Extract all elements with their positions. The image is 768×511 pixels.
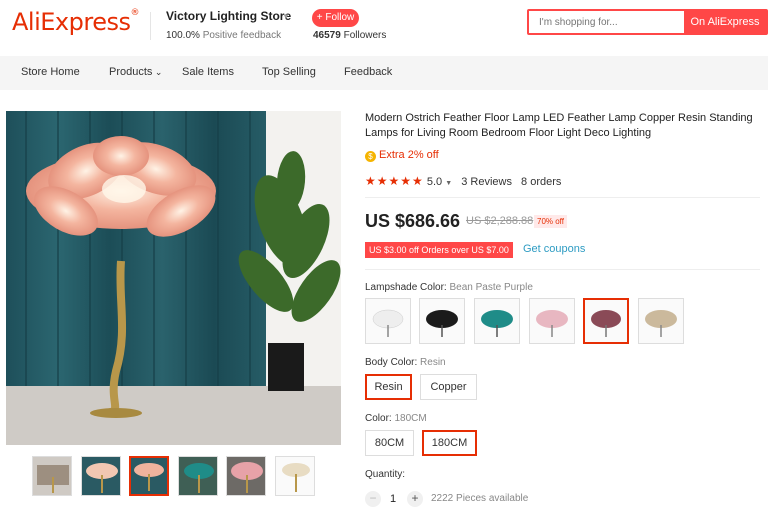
body-label-text: Body Color: (365, 357, 418, 368)
thumbnail-5[interactable] (226, 456, 266, 496)
header-divider (150, 12, 151, 40)
size-label-text: Color: (365, 413, 392, 424)
thumbnail-6[interactable] (275, 456, 315, 496)
product-main-image[interactable] (6, 111, 341, 445)
quantity-available: 2222 Pieces available (431, 493, 529, 504)
coupon-icon: $ (365, 151, 376, 162)
size-option-180cm[interactable]: 180CM (422, 430, 477, 456)
quantity-label: Quantity: (365, 469, 406, 480)
lampshade-swatch-pink[interactable] (529, 298, 575, 344)
aliexpress-logo[interactable]: AliExpress® (12, 8, 139, 36)
nav-sale-items[interactable]: Sale Items (182, 66, 234, 78)
current-price: US $686.66 (365, 211, 461, 231)
feedback-value: 100.0% (166, 30, 200, 41)
quantity-decrease-button[interactable]: − (365, 491, 381, 507)
get-coupons-link[interactable]: Get coupons (523, 243, 585, 255)
feedback-label: Positive feedback (202, 30, 282, 41)
nav-feedback[interactable]: Feedback (344, 66, 392, 78)
followers-count: 46579 Followers (313, 30, 386, 41)
search-button[interactable]: On AliExpress (684, 9, 766, 35)
search-bar: On AliExpress (527, 9, 768, 35)
body-selected: Resin (420, 357, 446, 368)
star-rating-icon: ★★★★★ (365, 174, 424, 188)
coupon-banner: US $3.00 off Orders over US $7.00 (365, 242, 513, 258)
search-input[interactable] (529, 11, 685, 33)
product-title: Modern Ostrich Feather Floor Lamp LED Fe… (365, 112, 753, 139)
store-name[interactable]: Victory Lighting Store (166, 9, 291, 23)
divider (365, 269, 760, 270)
store-header: AliExpress® Victory Lighting Store ▼ 100… (0, 0, 768, 56)
nav-products-label: Products (109, 66, 153, 78)
body-option-resin[interactable]: Resin (365, 374, 412, 400)
lampshade-color-label: Lampshade Color: Bean Paste Purple (365, 282, 533, 293)
nav-products[interactable]: Products ⌄ (109, 66, 162, 78)
discount-badge: 70% off (534, 215, 567, 228)
reviews-link[interactable]: 3 Reviews (461, 176, 512, 188)
rating-value[interactable]: 5.0 (427, 176, 442, 188)
original-price: US $2,288.88 (466, 215, 534, 227)
chevron-down-icon: ⌄ (152, 67, 163, 77)
lampshade-swatch-white[interactable] (365, 298, 411, 344)
divider (365, 197, 760, 198)
quantity-increase-button[interactable]: + (407, 491, 423, 507)
lampshade-swatch-beige[interactable] (638, 298, 684, 344)
thumbnail-2[interactable] (81, 456, 121, 496)
store-nav: Store Home Products ⌄ Sale Items Top Sel… (0, 56, 768, 90)
body-color-label: Body Color: Resin (365, 357, 446, 368)
size-label: Color: 180CM (365, 413, 427, 424)
lampshade-label-text: Lampshade Color: (365, 282, 447, 293)
body-option-copper[interactable]: Copper (420, 374, 477, 400)
thumbnail-3[interactable] (129, 456, 169, 496)
lampshade-swatch-bean-paste-purple[interactable] (583, 298, 629, 344)
orders-count: 8 orders (521, 176, 562, 188)
thumbnail-4[interactable] (178, 456, 218, 496)
extra-discount[interactable]: $ Extra 2% off (365, 149, 439, 162)
store-feedback: 100.0% Positive feedback (166, 30, 281, 41)
size-selected: 180CM (394, 413, 427, 424)
lampshade-swatch-teal[interactable] (474, 298, 520, 344)
nav-top-selling[interactable]: Top Selling (262, 66, 316, 78)
lampshade-swatch-black[interactable] (419, 298, 465, 344)
follow-button[interactable]: + Follow (312, 9, 359, 27)
extra-discount-label: Extra 2% off (379, 149, 439, 161)
thumbnail-1[interactable] (32, 456, 72, 496)
followers-label: Followers (343, 30, 387, 41)
size-option-80cm[interactable]: 80CM (365, 430, 414, 456)
followers-number: 46579 (313, 30, 341, 41)
chevron-down-icon[interactable]: ▼ (282, 12, 290, 21)
nav-store-home[interactable]: Store Home (21, 66, 80, 78)
quantity-value[interactable]: 1 (390, 493, 396, 505)
chevron-down-icon[interactable]: ▼ (445, 180, 452, 187)
rating-row: ★★★★★ 5.0 ▼ 3 Reviews 8 orders (365, 174, 561, 188)
lampshade-selected: Bean Paste Purple (449, 282, 533, 293)
